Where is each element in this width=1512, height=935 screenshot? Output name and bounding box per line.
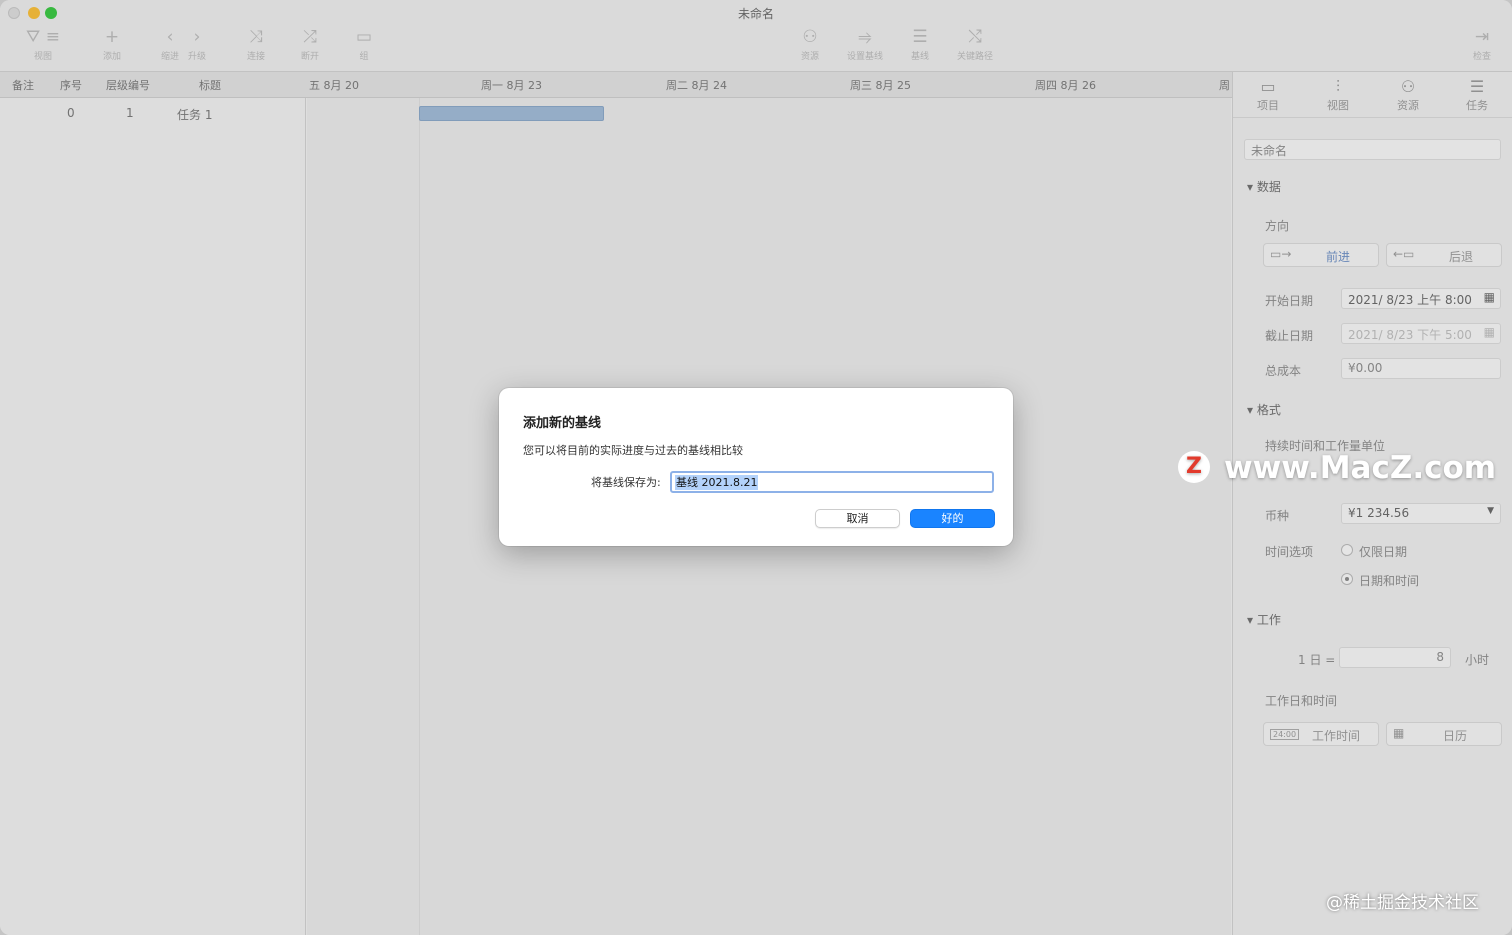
save-as-label: 将基线保存为: [591, 476, 661, 489]
cancel-button[interactable]: 取消 [815, 509, 900, 528]
watermark-logo: Z [1178, 451, 1210, 483]
dialog-title: 添加新的基线 [523, 416, 602, 431]
watermark-text: www.MacZ.com [1224, 450, 1497, 486]
ok-button[interactable]: 好的 [910, 509, 995, 528]
add-baseline-dialog: 添加新的基线 您可以将目前的实际进度与过去的基线相比较 将基线保存为: 基线 2… [499, 388, 1013, 546]
selected-text: 基线 2021.8.21 [675, 475, 759, 490]
baseline-name-input[interactable]: 基线 2021.8.21 [670, 471, 994, 493]
dialog-message: 您可以将目前的实际进度与过去的基线相比较 [523, 444, 743, 457]
source-credit: @稀土掘金技术社区 [1326, 893, 1479, 913]
